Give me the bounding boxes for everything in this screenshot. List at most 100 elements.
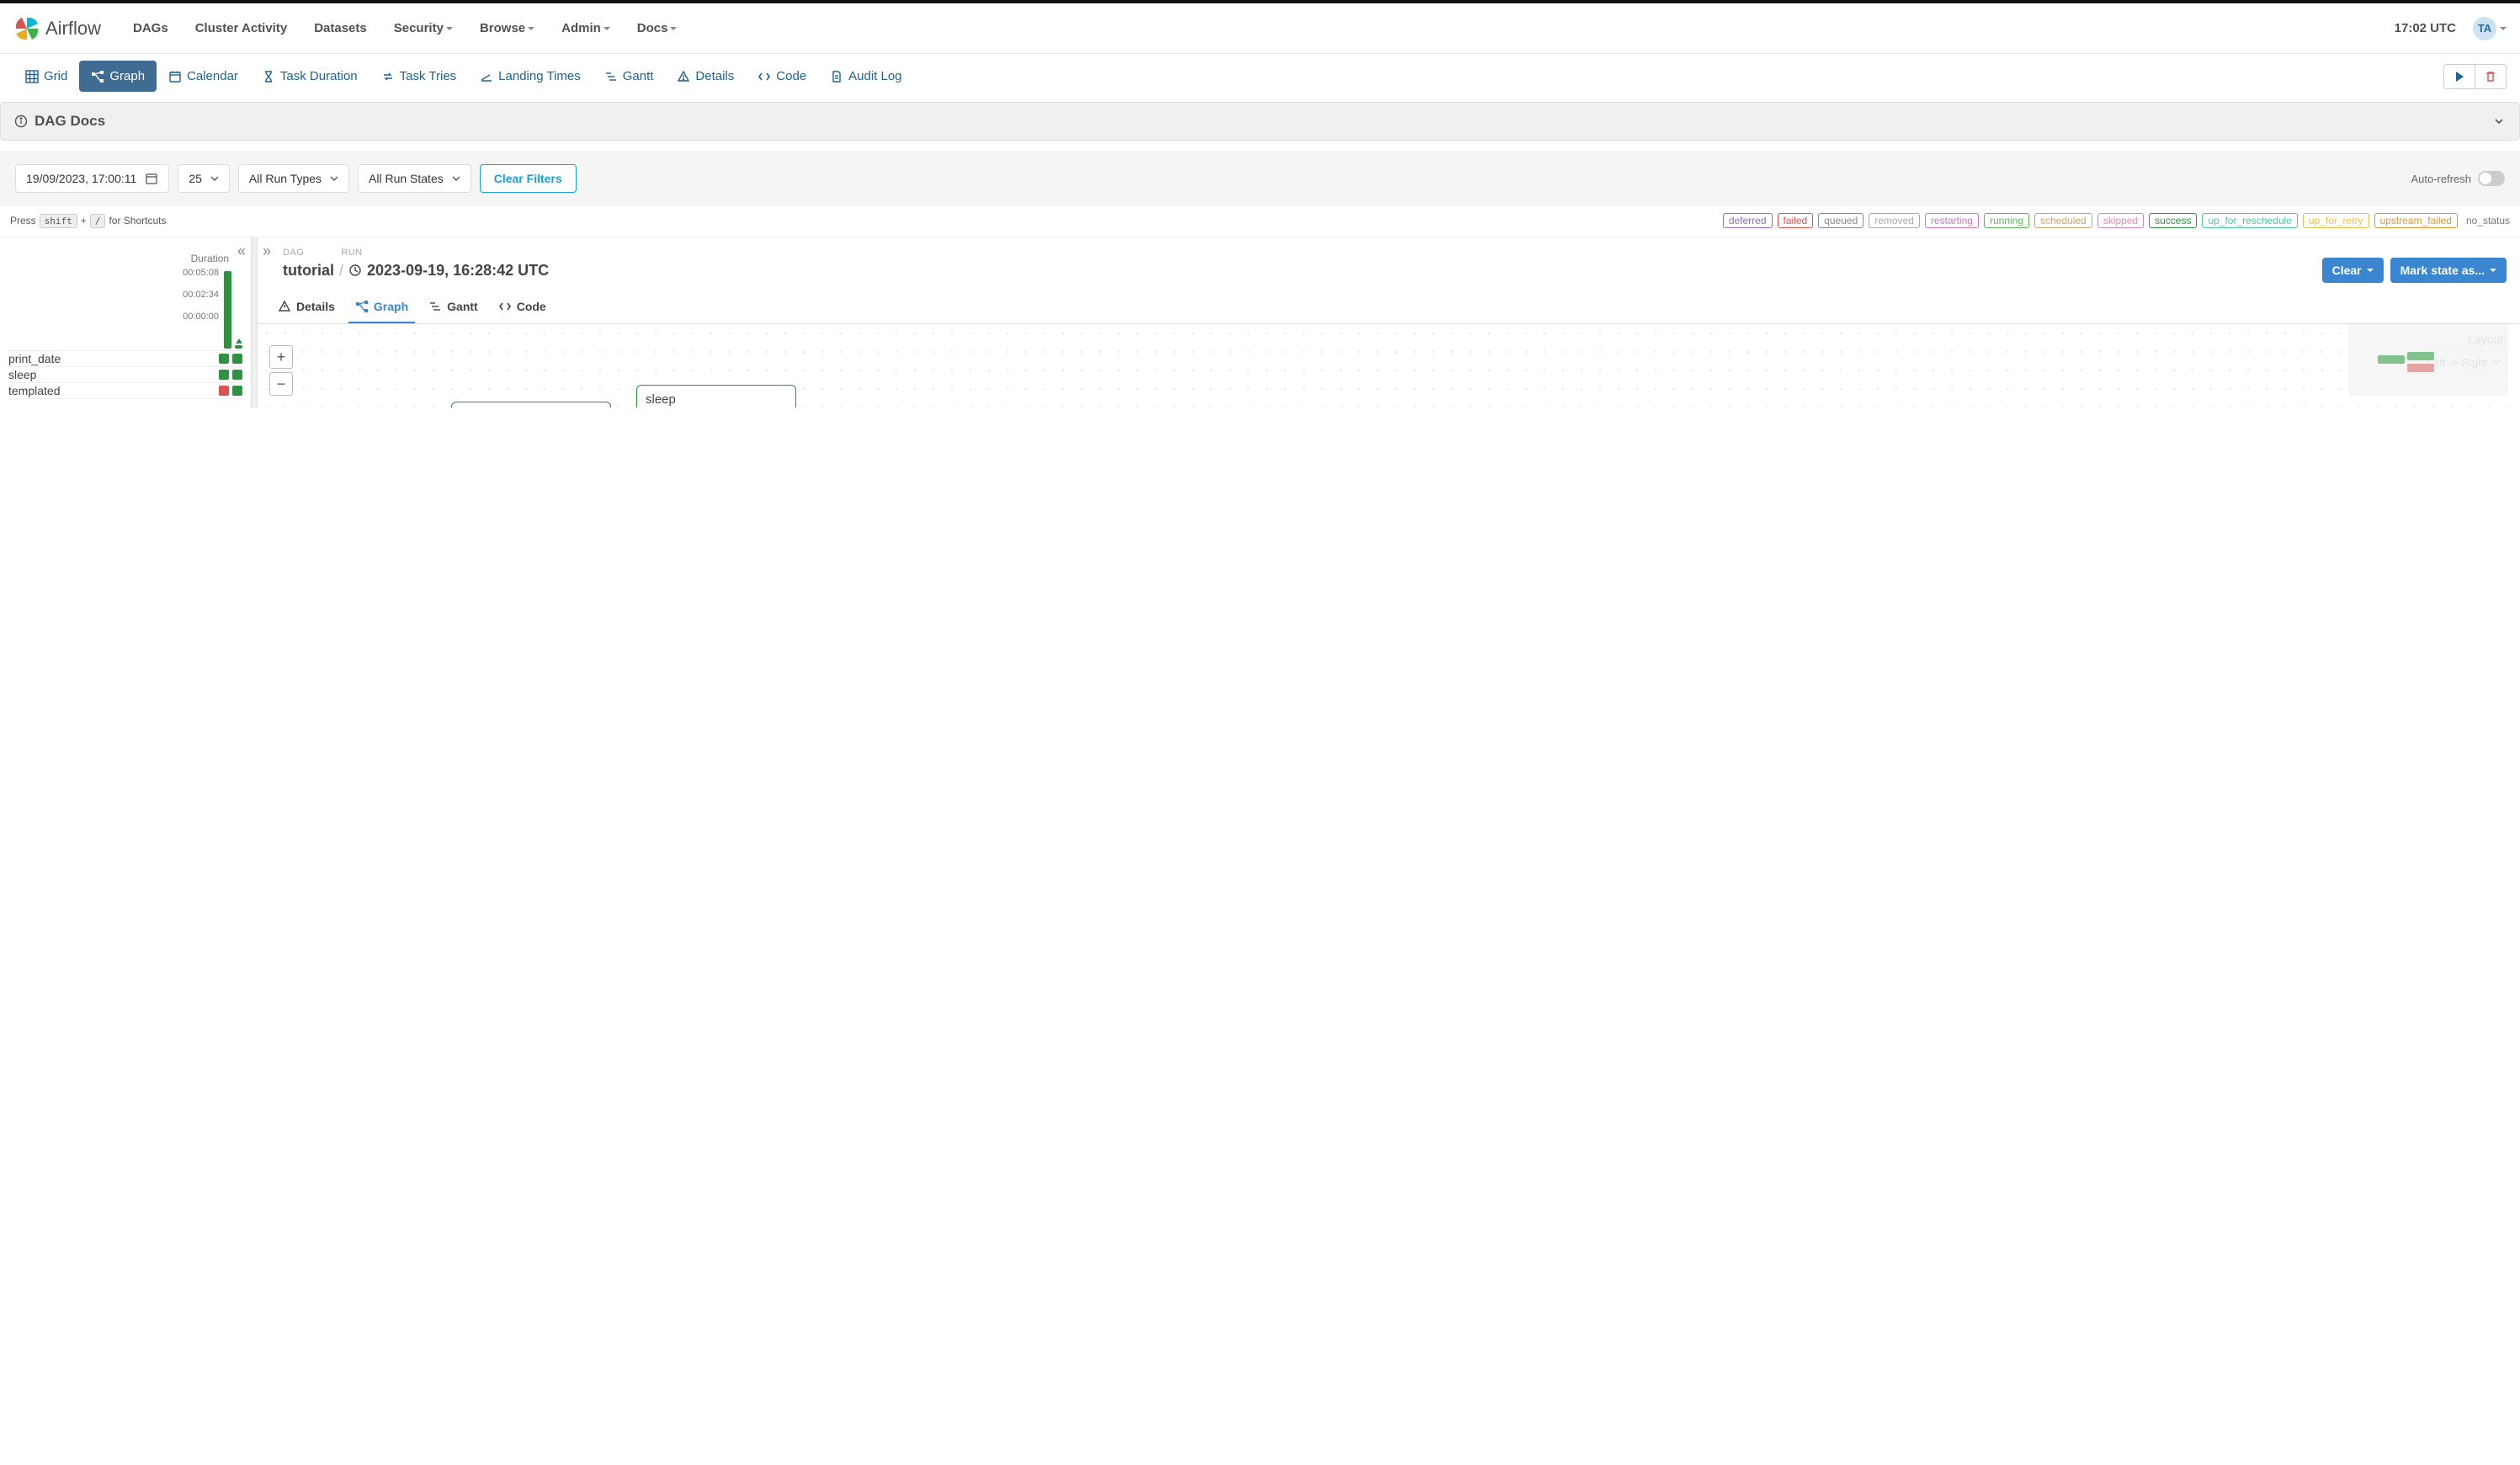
main-split: « Duration 00:05:08 00:02:34 00:00:00 pr… xyxy=(0,237,2520,408)
run-states-select[interactable]: All Run States xyxy=(358,164,471,193)
graph-node-print-date[interactable]: print_date success BashOperator xyxy=(451,402,611,408)
status-square[interactable] xyxy=(232,354,242,364)
nav-docs[interactable]: Docs xyxy=(625,13,689,44)
tab-audit-log[interactable]: Audit Log xyxy=(818,61,913,92)
datetime-picker[interactable]: 19/09/2023, 17:00:11 xyxy=(15,164,169,193)
tab-landing-times[interactable]: Landing Times xyxy=(468,61,593,92)
status-square[interactable] xyxy=(232,386,242,396)
run-bar-2[interactable] xyxy=(235,338,242,349)
run-types-select[interactable]: All Run Types xyxy=(238,164,349,193)
nav-security[interactable]: Security xyxy=(382,13,465,44)
status-square[interactable] xyxy=(219,386,229,396)
breadcrumb-run-label: Run xyxy=(341,248,362,258)
task-row-print-date[interactable]: print_date xyxy=(8,350,242,366)
subtab-details[interactable]: Details xyxy=(271,291,342,323)
delete-button[interactable] xyxy=(2475,65,2506,88)
breadcrumb: tutorial / 2023-09-19, 16:28:42 UTC Clea… xyxy=(258,258,2520,291)
legend-success[interactable]: success xyxy=(2149,213,2197,228)
clear-button[interactable]: Clear xyxy=(2322,258,2384,283)
pane-resize-handle[interactable] xyxy=(251,237,258,408)
code-icon xyxy=(758,70,771,83)
zoom-out-button[interactable]: − xyxy=(269,372,293,396)
code-icon xyxy=(498,300,512,313)
graph-icon xyxy=(91,70,104,83)
breadcrumb-run-time[interactable]: 2023-09-19, 16:28:42 UTC xyxy=(367,262,549,280)
legend-skipped[interactable]: skipped xyxy=(2097,213,2144,228)
filter-bar: 19/09/2023, 17:00:11 25 All Run Types Al… xyxy=(0,151,2520,206)
play-icon xyxy=(2453,70,2466,83)
mark-state-button[interactable]: Mark state as... xyxy=(2390,258,2507,283)
tab-task-tries[interactable]: Task Tries xyxy=(369,61,469,92)
graph-node-sleep[interactable]: sleep success BashOperator xyxy=(636,385,796,408)
task-row-templated[interactable]: templated xyxy=(8,382,242,399)
brand-text: Airflow xyxy=(45,18,101,40)
page-size-select[interactable]: 25 xyxy=(178,164,230,193)
tab-graph[interactable]: Graph xyxy=(79,61,157,92)
user-menu[interactable]: TA xyxy=(2473,17,2507,40)
right-pane: » DAG Run tutorial / 2023-09-19, 16:28:4… xyxy=(258,237,2520,408)
warning-icon xyxy=(278,300,291,313)
nav-browse[interactable]: Browse xyxy=(468,13,546,44)
chevron-down-icon xyxy=(603,27,610,30)
legend-upstream_failed[interactable]: upstream_failed xyxy=(2374,213,2458,228)
tab-gantt[interactable]: Gantt xyxy=(593,61,666,92)
zoom-in-button[interactable]: + xyxy=(269,345,293,369)
chevron-down-icon xyxy=(446,27,453,30)
tab-details[interactable]: Details xyxy=(665,61,746,92)
minimap[interactable] xyxy=(2348,324,2508,396)
status-square[interactable] xyxy=(219,354,229,364)
nav-admin[interactable]: Admin xyxy=(550,13,622,44)
breadcrumb-dag-label: DAG xyxy=(283,248,304,258)
chevron-down-icon xyxy=(670,27,677,30)
calendar-icon xyxy=(145,172,158,185)
subtab-code[interactable]: Code xyxy=(492,291,553,323)
expand-right-button[interactable]: » xyxy=(263,242,271,260)
tab-task-duration[interactable]: Task Duration xyxy=(250,61,369,92)
grid-icon xyxy=(25,70,39,83)
view-tabs: Grid Graph Calendar Task Duration Task T… xyxy=(0,54,2520,99)
run-button[interactable] xyxy=(2444,65,2475,88)
status-square[interactable] xyxy=(232,370,242,380)
navbar: Airflow DAGs Cluster Activity Datasets S… xyxy=(0,3,2520,54)
shortcuts-hint: Press shift + / for Shortcuts xyxy=(10,214,166,228)
subtab-graph[interactable]: Graph xyxy=(348,291,415,323)
status-square[interactable] xyxy=(219,370,229,380)
tab-code[interactable]: Code xyxy=(746,61,818,92)
info-icon xyxy=(14,115,28,128)
legend-scheduled[interactable]: scheduled xyxy=(2034,213,2092,228)
logo[interactable]: Airflow xyxy=(13,15,101,42)
task-row-sleep[interactable]: sleep xyxy=(8,366,242,382)
chevron-down-icon xyxy=(2367,269,2374,272)
nav-cluster-activity[interactable]: Cluster Activity xyxy=(183,13,299,44)
kbd-slash: / xyxy=(90,214,106,228)
axis-tick: 00:05:08 xyxy=(183,268,219,278)
legend-restarting[interactable]: restarting xyxy=(1925,213,1979,228)
dag-docs-label: DAG Docs xyxy=(35,113,105,130)
legend-running[interactable]: running xyxy=(1984,213,2029,228)
subtab-gantt[interactable]: Gantt xyxy=(422,291,485,323)
gantt-icon xyxy=(604,70,618,83)
tab-calendar[interactable]: Calendar xyxy=(157,61,250,92)
legend-up_for_reschedule[interactable]: up_for_reschedule xyxy=(2202,213,2297,228)
tab-grid[interactable]: Grid xyxy=(13,61,79,92)
legend-queued[interactable]: queued xyxy=(1818,213,1863,228)
collapse-left-button[interactable]: « xyxy=(237,242,246,260)
legend-up_for_retry[interactable]: up_for_retry xyxy=(2303,213,2369,228)
graph-canvas[interactable]: Layout: Left -> Right print_date success… xyxy=(258,324,2520,408)
clear-filters-button[interactable]: Clear Filters xyxy=(480,164,577,193)
chevron-down-icon xyxy=(210,176,219,181)
chevron-down-icon xyxy=(2500,27,2507,30)
nav-datasets[interactable]: Datasets xyxy=(302,13,379,44)
landing-icon xyxy=(480,70,493,83)
legend-deferred[interactable]: deferred xyxy=(1723,213,1773,228)
legend-removed[interactable]: removed xyxy=(1869,213,1920,228)
breadcrumb-dag-name[interactable]: tutorial xyxy=(283,262,334,280)
run-bar-1[interactable] xyxy=(224,271,231,349)
task-list: print_date sleep templated xyxy=(8,350,242,399)
duration-bars xyxy=(224,268,242,349)
auto-refresh-toggle[interactable] xyxy=(2478,171,2505,186)
clock: 17:02 UTC xyxy=(2395,21,2456,35)
dag-docs-expander[interactable]: DAG Docs xyxy=(0,102,2520,141)
legend-failed[interactable]: failed xyxy=(1778,213,1814,228)
nav-dags[interactable]: DAGs xyxy=(121,13,180,44)
